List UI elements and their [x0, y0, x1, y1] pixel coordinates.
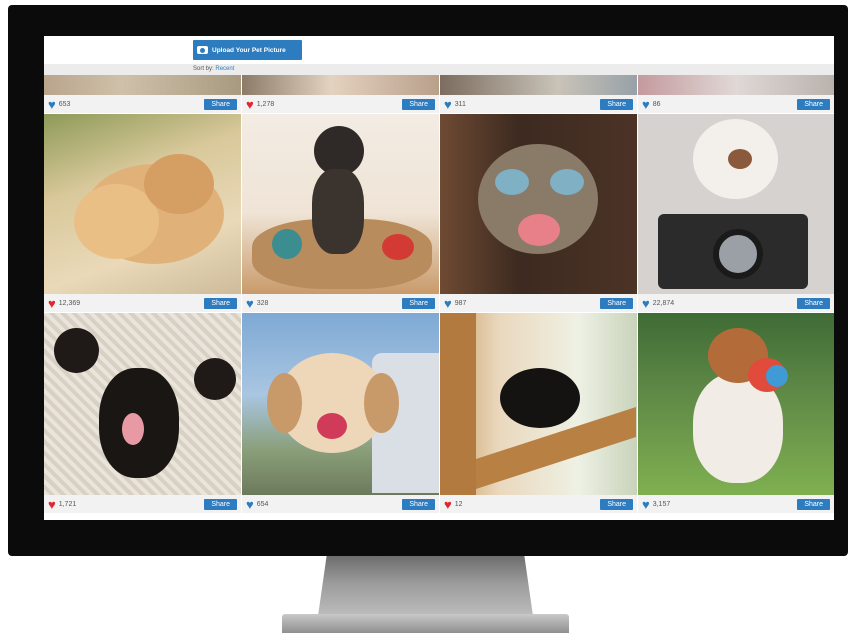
pet-card: ♥ 12 Share — [440, 313, 637, 513]
top-bar: Upload Your Pet Picture — [44, 36, 834, 64]
pet-photo[interactable] — [242, 75, 439, 95]
card-action-bar: ♥ 12 Share — [440, 495, 637, 513]
share-button[interactable]: Share — [204, 498, 237, 510]
monitor-stand-base — [282, 614, 569, 633]
like-heart-icon[interactable]: ♥ — [642, 297, 650, 310]
card-action-bar: ♥ 1,721 Share — [44, 495, 241, 513]
pet-card: ♥ 3,157 Share — [638, 313, 834, 513]
share-button[interactable]: Share — [797, 98, 830, 110]
pet-card: ♥ 12,369 Share — [44, 114, 241, 312]
like-heart-icon[interactable]: ♥ — [246, 98, 254, 111]
pet-card: ♥ 22,874 Share — [638, 114, 834, 312]
like-heart-icon[interactable]: ♥ — [444, 297, 452, 310]
pet-photo-tabby-kitten[interactable] — [440, 114, 637, 294]
pet-photo-dog-in-car[interactable] — [242, 313, 439, 495]
camera-icon — [197, 46, 208, 54]
like-heart-icon[interactable]: ♥ — [48, 498, 56, 511]
pet-card: ♥ 328 Share — [242, 114, 439, 312]
share-button[interactable]: Share — [402, 98, 435, 110]
pet-photo[interactable] — [440, 75, 637, 95]
pet-card: ♥ 1,721 Share — [44, 313, 241, 513]
like-count: 1,721 — [58, 500, 77, 508]
like-count: 3,157 — [652, 500, 671, 508]
like-heart-icon[interactable]: ♥ — [642, 498, 650, 511]
like-count: 987 — [454, 299, 467, 307]
like-count: 654 — [256, 500, 269, 508]
card-action-bar: ♥ 654 Share — [242, 495, 439, 513]
screen: Upload Your Pet Picture Sort by: Recent … — [44, 36, 834, 520]
like-heart-icon[interactable]: ♥ — [246, 297, 254, 310]
pet-photo-puppy-with-camera[interactable] — [638, 114, 834, 294]
sort-label: Sort by: — [193, 66, 214, 72]
share-button[interactable]: Share — [204, 98, 237, 110]
pet-card: ♥ 86 Share — [638, 75, 834, 113]
like-count: 1,278 — [256, 100, 275, 108]
like-heart-icon[interactable]: ♥ — [444, 498, 452, 511]
share-button[interactable]: Share — [600, 98, 633, 110]
card-action-bar: ♥ 987 Share — [440, 294, 637, 312]
like-heart-icon[interactable]: ♥ — [48, 98, 56, 111]
card-action-bar: ♥ 3,157 Share — [638, 495, 834, 513]
like-count: 12,369 — [58, 299, 81, 307]
share-button[interactable]: Share — [600, 297, 633, 309]
like-count: 86 — [652, 100, 661, 108]
like-heart-icon[interactable]: ♥ — [48, 297, 56, 310]
like-heart-icon[interactable]: ♥ — [642, 98, 650, 111]
card-action-bar: ♥ 311 Share — [440, 95, 637, 113]
pet-photo-kitten-peeking[interactable] — [440, 313, 637, 495]
pet-card: ♥ 311 Share — [440, 75, 637, 113]
sort-recent-link[interactable]: Recent — [215, 66, 234, 72]
card-action-bar: ♥ 653 Share — [44, 95, 241, 113]
card-action-bar: ♥ 12,369 Share — [44, 294, 241, 312]
monitor-stand-neck — [318, 556, 533, 616]
pet-photo[interactable] — [44, 75, 241, 95]
card-action-bar: ♥ 1,278 Share — [242, 95, 439, 113]
share-button[interactable]: Share — [402, 297, 435, 309]
card-action-bar: ♥ 328 Share — [242, 294, 439, 312]
monitor-scene: Upload Your Pet Picture Sort by: Recent … — [0, 0, 851, 633]
pet-card: ♥ 653 Share — [44, 75, 241, 113]
upload-button-label: Upload Your Pet Picture — [212, 46, 286, 54]
like-count: 311 — [454, 100, 466, 108]
share-button[interactable]: Share — [402, 498, 435, 510]
pet-photo-sleeping-puppy[interactable] — [44, 114, 241, 294]
share-button[interactable]: Share — [204, 297, 237, 309]
pet-card: ♥ 1,278 Share — [242, 75, 439, 113]
share-button[interactable]: Share — [797, 297, 830, 309]
pet-photo-black-kitten[interactable] — [44, 313, 241, 495]
upload-pet-picture-button[interactable]: Upload Your Pet Picture — [193, 40, 302, 60]
like-count: 22,874 — [652, 299, 675, 307]
like-count: 12 — [454, 500, 463, 508]
pet-card: ♥ 987 Share — [440, 114, 637, 312]
pet-photo-terrier-with-ball[interactable] — [638, 313, 834, 495]
like-heart-icon[interactable]: ♥ — [246, 498, 254, 511]
like-count: 653 — [58, 100, 71, 108]
sort-bar: Sort by: Recent — [44, 64, 834, 75]
pet-photo-terrier-with-toys[interactable] — [242, 114, 439, 294]
card-action-bar: ♥ 22,874 Share — [638, 294, 834, 312]
card-action-bar: ♥ 86 Share — [638, 95, 834, 113]
like-count: 328 — [256, 299, 269, 307]
share-button[interactable]: Share — [797, 498, 830, 510]
share-button[interactable]: Share — [600, 498, 633, 510]
pet-photo[interactable] — [638, 75, 834, 95]
pet-card: ♥ 654 Share — [242, 313, 439, 513]
like-heart-icon[interactable]: ♥ — [444, 98, 452, 111]
